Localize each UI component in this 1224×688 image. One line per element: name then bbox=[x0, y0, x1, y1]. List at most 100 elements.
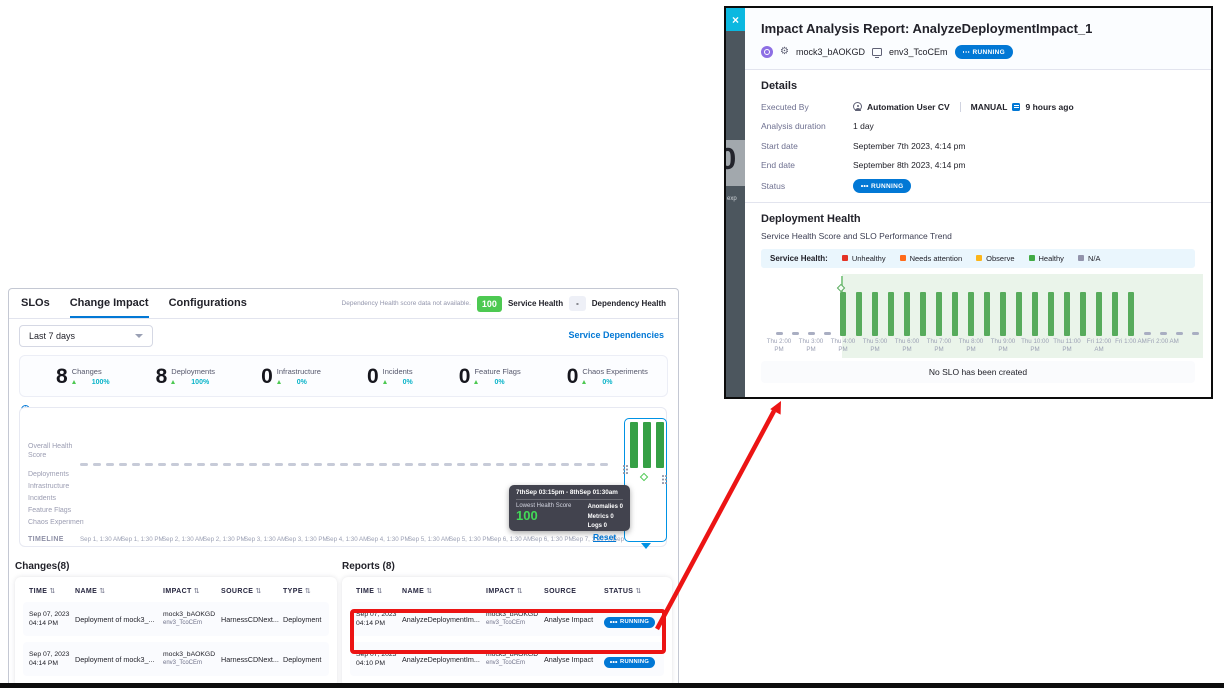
column-header-source[interactable]: SOURCE⇅ bbox=[221, 587, 283, 595]
column-header-impact[interactable]: IMPACT⇅ bbox=[163, 587, 221, 595]
legend-swatch bbox=[1078, 255, 1084, 261]
tab-change-impact[interactable]: Change Impact bbox=[70, 289, 149, 318]
timeline-slot[interactable] bbox=[509, 463, 517, 466]
timeline-slot[interactable] bbox=[340, 463, 348, 466]
drag-handle-left[interactable] bbox=[623, 465, 628, 474]
sort-icon[interactable]: ⇅ bbox=[517, 587, 523, 595]
cell-type: Deployment bbox=[283, 615, 329, 624]
timeline-slot[interactable] bbox=[418, 463, 426, 466]
end-date-row: End date September 8th 2023, 4:14 pm bbox=[761, 160, 1195, 171]
sort-icon[interactable]: ⇅ bbox=[376, 587, 382, 595]
bottom-edge-bar bbox=[0, 683, 1224, 688]
cell-time: Sep 07, 202304:14 PM bbox=[29, 650, 75, 668]
sort-icon[interactable]: ⇅ bbox=[99, 587, 105, 595]
timeline-slot[interactable] bbox=[106, 463, 114, 466]
sort-icon[interactable]: ⇅ bbox=[49, 587, 55, 595]
timeline-slot[interactable] bbox=[535, 463, 543, 466]
row-label-incidents: Incidents bbox=[28, 495, 56, 502]
x-tick-label: Thu 11:00 PM bbox=[1051, 338, 1083, 354]
table-row[interactable]: Sep 07, 202304:10 PMAnalyzeDeploymentIm.… bbox=[350, 642, 664, 676]
timeline-slot[interactable] bbox=[158, 463, 166, 466]
column-header-name[interactable]: NAME⇅ bbox=[402, 587, 486, 595]
column-header-impact[interactable]: IMPACT⇅ bbox=[486, 587, 544, 595]
table-row[interactable]: Sep 07, 202304:14 PMDeployment of mock3_… bbox=[23, 642, 329, 676]
timeline-slot[interactable] bbox=[171, 463, 179, 466]
timeline-slot[interactable] bbox=[431, 463, 439, 466]
timeline-slot[interactable] bbox=[600, 463, 608, 466]
timeline-slot[interactable] bbox=[496, 463, 504, 466]
status-badge-label: RUNNING bbox=[973, 49, 1005, 56]
backdrop-text-fragment: exp bbox=[727, 196, 737, 202]
column-header-name[interactable]: NAME⇅ bbox=[75, 587, 163, 595]
duration-label: Analysis duration bbox=[761, 121, 853, 131]
table-row[interactable]: Sep 07, 202304:14 PMAnalyzeDeploymentIm.… bbox=[350, 602, 664, 636]
tooltip-counter: Metrics 0 bbox=[588, 513, 623, 523]
chart-slot bbox=[867, 292, 883, 336]
column-header-type[interactable]: TYPE⇅ bbox=[283, 587, 337, 595]
backdrop-fragment: 0 bbox=[726, 140, 745, 186]
reports-table-title: Reports (8) bbox=[342, 561, 395, 572]
trend-up-icon bbox=[72, 380, 76, 384]
timeline-slot[interactable] bbox=[236, 463, 244, 466]
sort-icon[interactable]: ⇅ bbox=[255, 587, 261, 595]
timeline-slot[interactable] bbox=[587, 463, 595, 466]
timeline-slot[interactable] bbox=[522, 463, 530, 466]
timeline-slot[interactable] bbox=[145, 463, 153, 466]
timeline-slot[interactable] bbox=[366, 463, 374, 466]
close-button[interactable]: × bbox=[726, 8, 745, 31]
service-dependencies-link[interactable]: Service Dependencies bbox=[568, 330, 664, 340]
tab-slos[interactable]: SLOs bbox=[21, 289, 50, 318]
timeline-slot[interactable] bbox=[223, 463, 231, 466]
sort-icon[interactable]: ⇅ bbox=[194, 587, 200, 595]
timeline-slot[interactable] bbox=[457, 463, 465, 466]
drag-handle-right[interactable] bbox=[662, 475, 667, 484]
timeline-slot[interactable] bbox=[210, 463, 218, 466]
status-badge: RUNNING bbox=[604, 657, 655, 668]
timeline-slot[interactable] bbox=[574, 463, 582, 466]
timeline-slot[interactable] bbox=[288, 463, 296, 466]
timeline-slot[interactable] bbox=[119, 463, 127, 466]
legend-swatch bbox=[976, 255, 982, 261]
cell-source: Analyse Impact bbox=[544, 655, 604, 664]
timeline-selection-window[interactable] bbox=[624, 418, 667, 542]
timeline-slot[interactable] bbox=[93, 463, 101, 466]
table-row[interactable]: Sep 07, 202304:14 PMDeployment of mock3_… bbox=[23, 602, 329, 636]
sort-icon[interactable]: ⇅ bbox=[635, 587, 641, 595]
stat-percent: 0% bbox=[297, 379, 307, 386]
timeline-slot[interactable] bbox=[548, 463, 556, 466]
chart-slot bbox=[963, 292, 979, 336]
timeline-slot[interactable] bbox=[327, 463, 335, 466]
timeline-slot[interactable] bbox=[249, 463, 257, 466]
timeline-slot[interactable] bbox=[483, 463, 491, 466]
selection-health-bar bbox=[656, 422, 664, 468]
timeline-slot[interactable] bbox=[444, 463, 452, 466]
tab-configurations[interactable]: Configurations bbox=[169, 289, 247, 318]
timeline-slot[interactable] bbox=[197, 463, 205, 466]
screenshot-canvas: SLOsChange ImpactConfigurations Dependen… bbox=[0, 0, 1224, 688]
timeline-slot[interactable] bbox=[132, 463, 140, 466]
timeline-slot[interactable] bbox=[353, 463, 361, 466]
healthy-bar bbox=[872, 292, 878, 336]
reset-link[interactable]: Reset bbox=[593, 532, 616, 542]
service-name: mock3_bAOKGD bbox=[796, 47, 865, 57]
timeline-slot[interactable] bbox=[379, 463, 387, 466]
timeline-slot[interactable] bbox=[301, 463, 309, 466]
column-header-time[interactable]: TIME⇅ bbox=[29, 587, 75, 595]
timeline-slot[interactable] bbox=[405, 463, 413, 466]
sort-icon[interactable]: ⇅ bbox=[426, 587, 432, 595]
timeline-slot[interactable] bbox=[262, 463, 270, 466]
timeline-slot[interactable] bbox=[184, 463, 192, 466]
timeline-date-label: Sep 4, 1:30 AM bbox=[326, 536, 367, 543]
timeline-slot[interactable] bbox=[80, 463, 88, 466]
timeline-slot[interactable] bbox=[275, 463, 283, 466]
sort-icon[interactable]: ⇅ bbox=[305, 587, 311, 595]
timeline-slot[interactable] bbox=[470, 463, 478, 466]
x-tick-label: Thu 9:00 PM bbox=[987, 338, 1019, 354]
executed-by-user: Automation User CV bbox=[867, 102, 950, 112]
timeline-slot[interactable] bbox=[392, 463, 400, 466]
time-range-dropdown[interactable]: Last 7 days bbox=[19, 325, 153, 347]
column-header-time[interactable]: TIME⇅ bbox=[356, 587, 402, 595]
timeline-slot[interactable] bbox=[561, 463, 569, 466]
column-header-status[interactable]: STATUS⇅ bbox=[604, 587, 672, 595]
timeline-slot[interactable] bbox=[314, 463, 322, 466]
